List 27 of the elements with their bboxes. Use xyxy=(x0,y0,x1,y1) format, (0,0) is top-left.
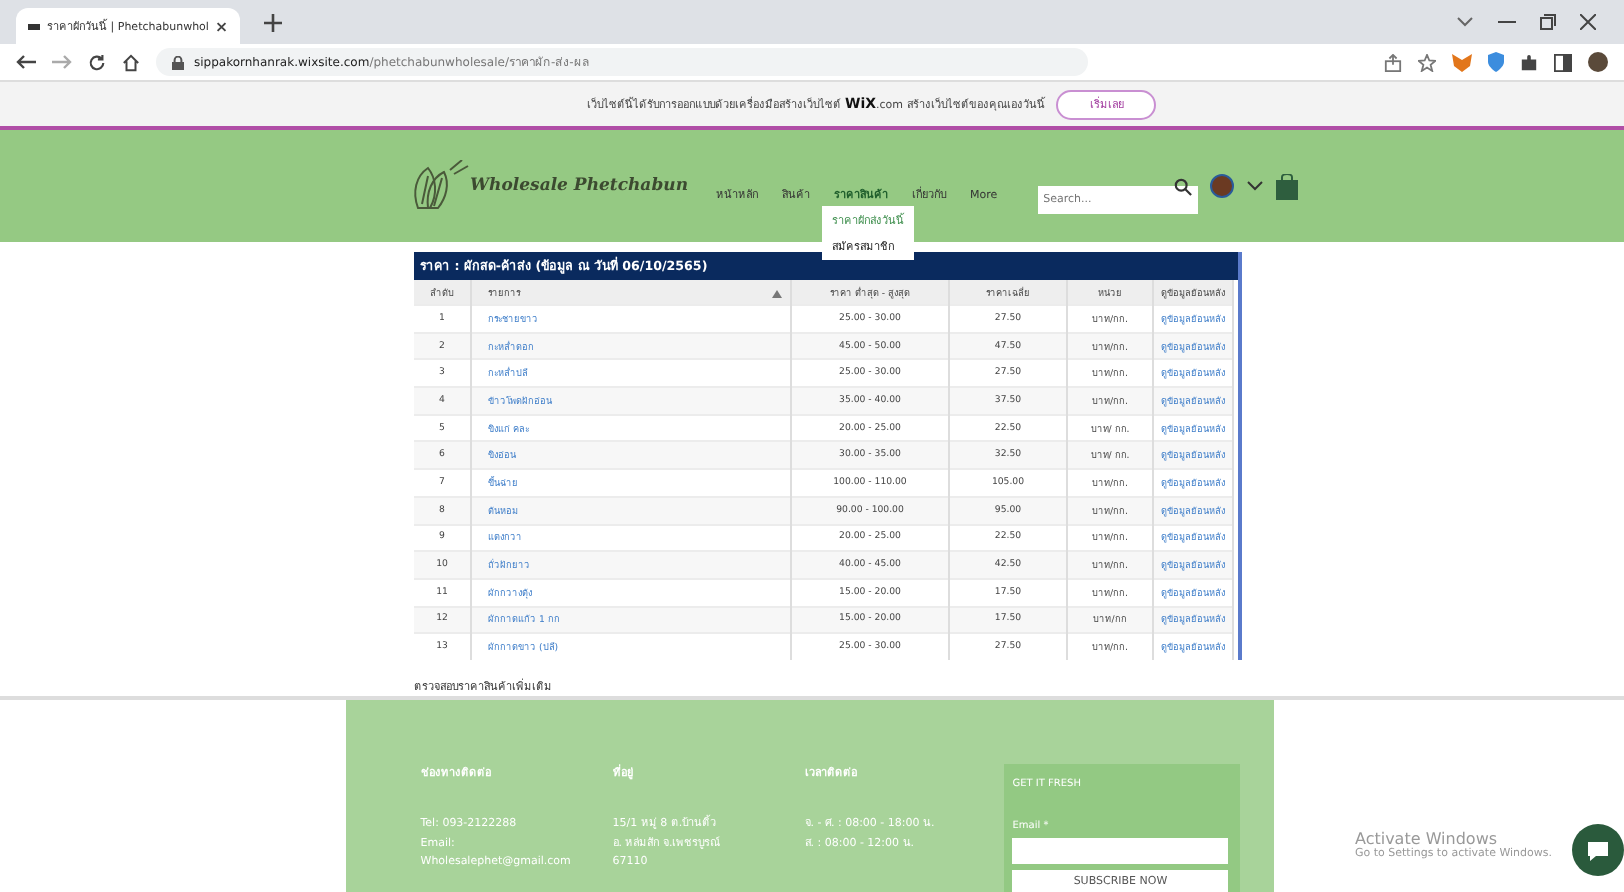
vegetable-icon xyxy=(410,160,470,212)
shield-icon[interactable] xyxy=(1488,52,1504,72)
activate-windows-title: Activate Windows xyxy=(1354,830,1500,848)
close-icon[interactable] xyxy=(216,19,228,33)
chat-icon xyxy=(1586,839,1610,861)
close-icon[interactable] xyxy=(1580,14,1596,30)
star-icon[interactable] xyxy=(1418,53,1436,71)
profile-avatar[interactable] xyxy=(1588,52,1608,72)
chevron-down-icon[interactable] xyxy=(1456,16,1474,28)
shopping-bag-icon[interactable] xyxy=(1275,173,1298,199)
user-avatar[interactable] xyxy=(1209,174,1234,198)
share-icon[interactable] xyxy=(1384,53,1402,71)
sidebar-icon[interactable] xyxy=(1554,53,1572,71)
site-icon xyxy=(28,23,40,29)
lock-icon xyxy=(172,55,184,69)
chevron-down-icon[interactable] xyxy=(1245,180,1264,192)
back-icon[interactable] xyxy=(16,54,36,70)
chat-button[interactable] xyxy=(1572,824,1624,876)
new-tab-icon[interactable] xyxy=(264,13,282,31)
site-logo[interactable]: Wholesale Phetchabun xyxy=(470,176,688,196)
sort-icon[interactable] xyxy=(772,289,782,297)
email-field[interactable] xyxy=(1012,838,1229,864)
minimize-icon[interactable] xyxy=(1498,20,1516,24)
reload-icon[interactable] xyxy=(88,53,106,71)
restore-icon[interactable] xyxy=(1540,14,1556,30)
home-icon[interactable] xyxy=(122,53,140,71)
search-icon[interactable] xyxy=(1173,177,1192,195)
